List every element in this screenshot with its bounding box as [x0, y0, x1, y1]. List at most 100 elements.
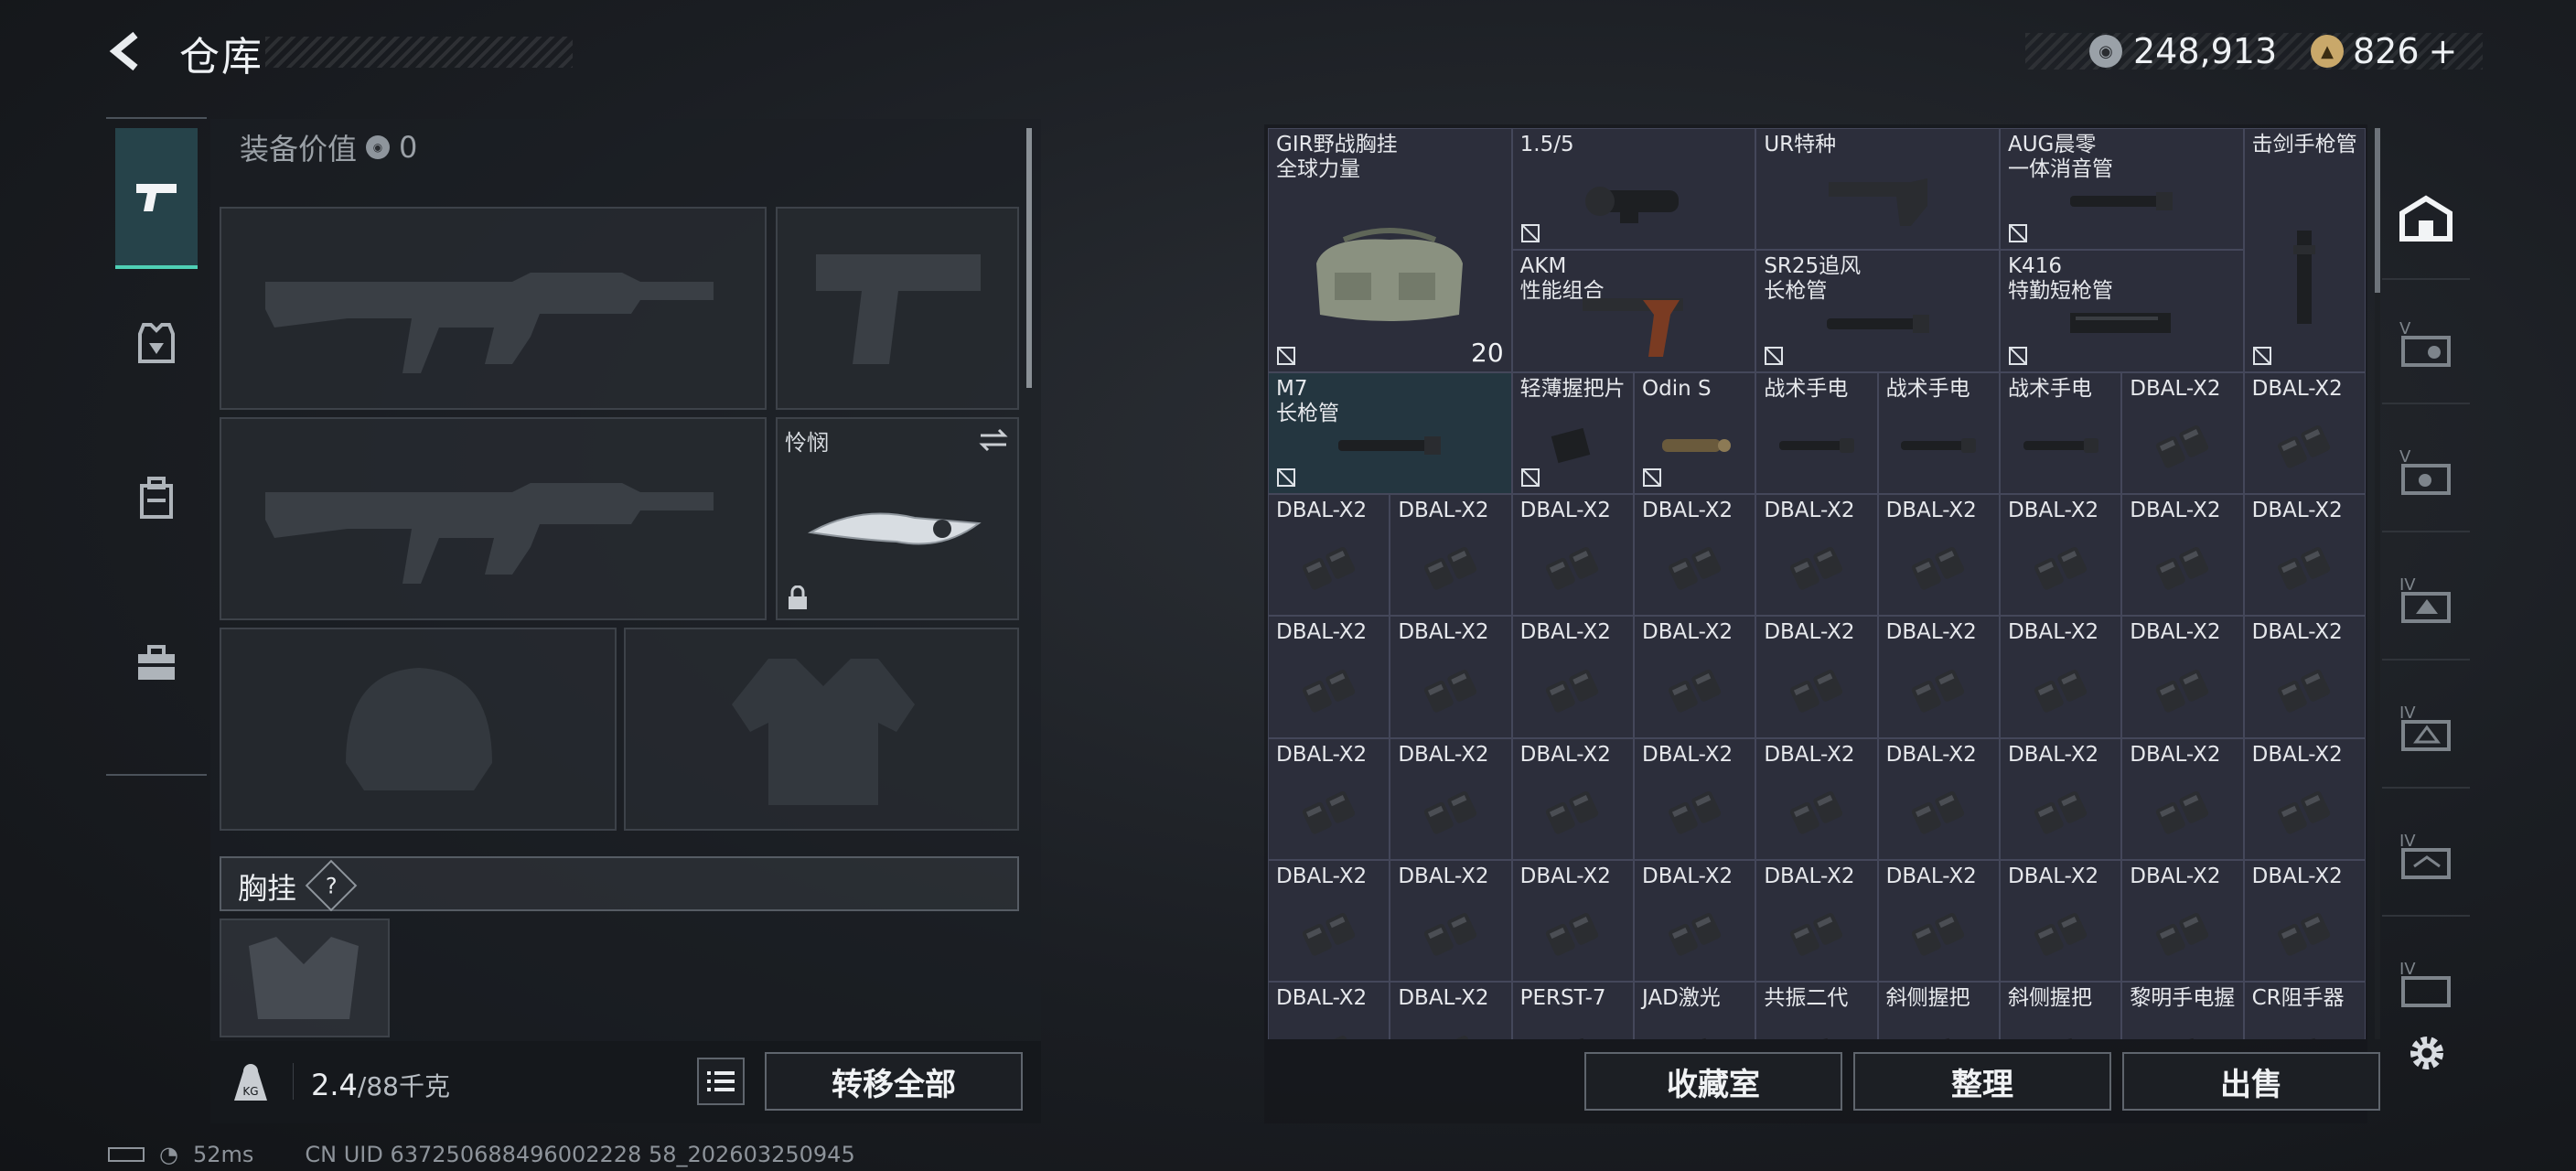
storage-item[interactable]: 战术手电 [1877, 371, 2000, 494]
storage-box-iv-icon: IV [2399, 704, 2451, 751]
storage-item[interactable]: DBAL-X2 [2243, 371, 2366, 494]
collection-room-button[interactable]: 收藏室 [1584, 1052, 1842, 1111]
storage-item[interactable]: PERST-7 [1511, 982, 1634, 1039]
storage-item[interactable]: DBAL-X2 [1877, 493, 2000, 617]
item-name: 黎明手电握 [2130, 986, 2236, 1011]
storage-item[interactable]: SR25追风 长枪管 [1755, 250, 2000, 372]
settings-button[interactable] [2404, 1030, 2450, 1076]
primary-weapon-slot[interactable] [220, 207, 767, 410]
storage-item[interactable]: DBAL-X2 [1268, 616, 1390, 738]
sidearm-slot[interactable] [776, 207, 1019, 410]
storage-item[interactable]: DBAL-X2 [1755, 737, 1878, 860]
storage-item[interactable]: CR阻手器 [2243, 982, 2366, 1039]
tab-storage-v2[interactable]: V [2382, 412, 2470, 532]
storage-item[interactable]: DBAL-X2 [2121, 493, 2244, 617]
tab-storage-v1[interactable]: V [2382, 284, 2470, 404]
category-armor[interactable] [115, 274, 198, 412]
tab-storage-iv2[interactable]: IV [2382, 668, 2470, 789]
chest-rig-slot[interactable] [220, 919, 390, 1037]
storage-item[interactable]: DBAL-X2 [2243, 859, 2366, 983]
storage-item[interactable]: DBAL-X2 [1877, 737, 2000, 860]
transfer-all-button[interactable]: 转移全部 [765, 1052, 1023, 1111]
storage-item[interactable]: DBAL-X2 [1877, 616, 2000, 738]
grid-scroll-thumb[interactable] [2375, 128, 2380, 293]
tab-warehouse[interactable] [2382, 159, 2470, 280]
panel-scrollbar[interactable] [1026, 128, 1032, 388]
storage-item[interactable]: DBAL-X2 [1633, 493, 1756, 617]
storage-item[interactable]: DBAL-X2 [1999, 493, 2122, 617]
storage-item[interactable]: DBAL-X2 [1390, 493, 1512, 617]
svg-text:IV: IV [2399, 960, 2416, 979]
body-armor-slot[interactable] [624, 628, 1019, 831]
storage-item[interactable]: 黎明手电握 [2121, 982, 2244, 1039]
swap-icon[interactable] [977, 426, 1010, 454]
storage-item[interactable]: DBAL-X2 [1268, 859, 1390, 983]
storage-item[interactable]: DBAL-X2 [1999, 737, 2122, 860]
storage-item[interactable]: DBAL-X2 [2121, 859, 2244, 983]
secondary-weapon-slot[interactable] [220, 417, 767, 620]
dbal-icon [2029, 542, 2093, 596]
melee-slot[interactable]: 怜悯 [776, 417, 1019, 620]
storage-item[interactable]: DBAL-X2 [1268, 493, 1390, 617]
storage-item[interactable]: DBAL-X2 [1633, 737, 1756, 860]
currency-secondary[interactable]: ▲ 826 + [2311, 31, 2457, 71]
storage-item[interactable]: DBAL-X2 [1755, 859, 1878, 983]
storage-item[interactable]: DBAL-X2 [1755, 616, 1878, 738]
storage-item[interactable]: DBAL-X2 [1633, 616, 1756, 738]
storage-item[interactable]: DBAL-X2 [1633, 859, 1756, 983]
storage-item[interactable]: 战术手电 [1755, 371, 1878, 494]
storage-item[interactable]: DBAL-X2 [1511, 737, 1634, 860]
storage-item[interactable]: AUG晨零 一体消音管 [1999, 128, 2244, 251]
tab-storage-iv1[interactable]: IV [2382, 540, 2470, 661]
tab-storage-iv3[interactable]: IV [2382, 796, 2470, 917]
storage-item[interactable]: DBAL-X2 [1511, 859, 1634, 983]
equipment-value: 装备价值 ◉ 0 [240, 130, 418, 167]
storage-item[interactable]: DBAL-X2 [1268, 737, 1390, 860]
dbal-icon [2151, 908, 2215, 962]
tab-storage-iv4[interactable]: IV [2382, 924, 2470, 1043]
storage-item[interactable]: M7 长枪管 [1268, 371, 1512, 494]
category-weapons[interactable] [115, 128, 198, 269]
category-toolbox[interactable] [115, 595, 198, 732]
storage-item[interactable]: GIR野战胸挂 全球力量 20 [1268, 128, 1512, 372]
storage-item[interactable]: DBAL-X2 [1999, 616, 2122, 738]
storage-item[interactable]: DBAL-X2 [1877, 859, 2000, 983]
storage-item[interactable]: 击剑手枪管 [2243, 128, 2366, 372]
storage-item[interactable]: 斜侧握把 [1877, 982, 2000, 1039]
storage-item[interactable]: DBAL-X2 [1390, 859, 1512, 983]
storage-item[interactable]: DBAL-X2 [2243, 737, 2366, 860]
sell-button[interactable]: 出售 [2122, 1052, 2380, 1111]
add-currency-button[interactable]: + [2429, 31, 2458, 71]
storage-item[interactable]: DBAL-X2 [2121, 737, 2244, 860]
storage-item[interactable]: DBAL-X2 [1390, 737, 1512, 860]
storage-item[interactable]: DBAL-X2 [2121, 616, 2244, 738]
storage-item[interactable]: DBAL-X2 [1511, 493, 1634, 617]
storage-item[interactable]: DBAL-X2 [1268, 982, 1390, 1039]
storage-item[interactable]: DBAL-X2 [2243, 493, 2366, 617]
item-name: DBAL-X2 [1519, 498, 1611, 522]
storage-item[interactable]: DBAL-X2 [1390, 982, 1512, 1039]
storage-item[interactable]: 轻薄握把片 [1511, 371, 1634, 494]
storage-item[interactable]: DBAL-X2 [2121, 371, 2244, 494]
category-backpack[interactable] [115, 430, 198, 567]
list-view-button[interactable] [697, 1058, 745, 1105]
storage-item[interactable]: Odin S [1633, 371, 1756, 494]
storage-item[interactable]: DBAL-X2 [1511, 616, 1634, 738]
storage-item[interactable]: DBAL-X2 [1755, 493, 1878, 617]
storage-item[interactable]: 1.5/5 [1511, 128, 1756, 251]
storage-item[interactable]: K416 特勤短枪管 [1999, 250, 2244, 372]
storage-item[interactable]: JAD激光 [1633, 982, 1756, 1039]
item-name: DBAL-X2 [1276, 986, 1368, 1011]
storage-item[interactable]: 斜侧握把 [1999, 982, 2122, 1039]
storage-item[interactable]: DBAL-X2 [1390, 616, 1512, 738]
back-button[interactable] [102, 26, 154, 77]
sort-button[interactable]: 整理 [1853, 1052, 2111, 1111]
storage-item[interactable]: UR特种 [1755, 128, 2000, 251]
storage-item[interactable]: DBAL-X2 [1999, 859, 2122, 983]
storage-item[interactable]: 战术手电 [1999, 371, 2122, 494]
storage-item[interactable]: DBAL-X2 [2243, 616, 2366, 738]
storage-item[interactable]: 共振二代 [1755, 982, 1878, 1039]
storage-item[interactable]: AKM 性能组合 [1511, 250, 1756, 372]
helmet-slot[interactable] [220, 628, 617, 831]
help-icon[interactable]: ? [305, 859, 358, 912]
